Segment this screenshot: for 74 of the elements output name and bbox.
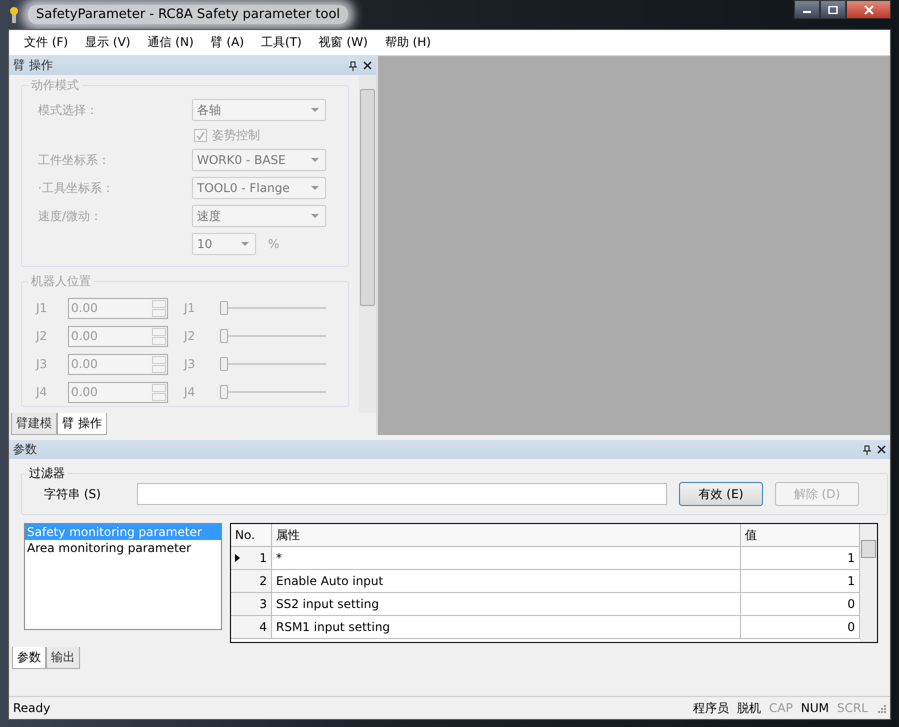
joint-label: J1 (184, 301, 196, 315)
status-indicator: CAP (769, 701, 793, 715)
list-item[interactable]: Area monitoring parameter (25, 540, 221, 556)
unit-label: % (268, 237, 280, 251)
panel-title: 臂 操作 (13, 57, 53, 74)
table-cell: Enable Auto input (272, 570, 741, 592)
caret-icon (311, 186, 319, 190)
field-label: ·工具坐标系： (38, 180, 115, 196)
joint-slider[interactable] (220, 329, 326, 343)
menu-item[interactable]: 帮助 (H) (378, 34, 441, 51)
pin-icon[interactable] (863, 444, 871, 454)
close-icon[interactable] (363, 61, 372, 70)
resize-grip-icon[interactable] (876, 703, 886, 713)
field-label: 字符串 (S) (44, 486, 102, 502)
close-icon[interactable] (877, 445, 886, 454)
table-cell: RSM1 input setting (272, 616, 741, 638)
field-label: 速度/微动： (38, 208, 104, 224)
table-cell: SS2 input setting (272, 593, 741, 615)
joint-slider[interactable] (220, 301, 326, 315)
row-header[interactable]: 4 (231, 616, 272, 638)
joint-label: J1 (36, 301, 48, 315)
joint-label: J2 (184, 329, 196, 343)
row-number: 3 (259, 597, 267, 611)
minimize-button[interactable] (794, 0, 820, 19)
caret-icon (241, 242, 249, 246)
caret-icon (311, 214, 319, 218)
apply-button[interactable]: 有效 (E) (679, 482, 763, 506)
row-header[interactable]: 1 (231, 547, 272, 569)
menu-item[interactable]: 显示 (V) (78, 34, 140, 51)
column-header[interactable]: 属性 (272, 524, 741, 546)
status-indicator: 脱机 (737, 700, 762, 716)
joint-label: J4 (184, 385, 196, 399)
joint-slider[interactable] (220, 357, 326, 371)
panel-tab[interactable]: 输出 (46, 647, 80, 669)
joint-label: J4 (36, 385, 48, 399)
row-header[interactable]: 3 (231, 593, 272, 615)
group-title: 过滤器 (28, 465, 66, 482)
menu-item[interactable]: 视窗 (W) (312, 34, 378, 51)
search-field[interactable] (137, 483, 667, 505)
menu-item[interactable]: 臂 (A) (204, 34, 254, 51)
row-number: 4 (259, 620, 267, 634)
field-label: 工件坐标系： (38, 152, 111, 168)
checkbox-label: 姿势控制 (212, 126, 260, 144)
joint-label: J3 (184, 357, 196, 371)
column-header[interactable]: No. (231, 524, 272, 546)
scrollbar[interactable] (860, 524, 877, 642)
panel-title: 参数 (13, 441, 37, 458)
group-title: 机器人位置 (30, 273, 92, 290)
row-number: 1 (259, 551, 267, 565)
status-indicator: SCRL (836, 701, 868, 715)
close-button[interactable] (846, 0, 891, 19)
field-label: 模式选择： (38, 102, 99, 118)
pin-icon[interactable] (349, 60, 357, 70)
status-indicator: 程序员 (693, 700, 730, 716)
joint-label: J3 (36, 357, 48, 371)
window-title: SafetyParameter - RC8A Safety parameter tool (28, 5, 348, 24)
group-title: 动作模式 (30, 77, 80, 94)
panel-tab[interactable]: 参数 (12, 647, 46, 669)
row-number: 2 (259, 574, 267, 588)
close-icon (864, 4, 874, 14)
caret-icon (311, 158, 319, 162)
caret-icon (311, 108, 319, 112)
scrollbar[interactable] (359, 75, 376, 413)
joint-label: J2 (36, 329, 48, 343)
menu-item[interactable]: 工具(T) (254, 34, 312, 51)
table-cell: * (272, 547, 741, 569)
menu-item[interactable]: 文件 (F) (17, 34, 78, 51)
maximize-icon (828, 6, 838, 14)
menu-item[interactable]: 通信 (N) (140, 34, 204, 51)
maximize-button[interactable] (820, 0, 846, 19)
status-indicator: NUM (800, 701, 829, 715)
joint-slider[interactable] (220, 385, 326, 399)
row-header[interactable]: 2 (231, 570, 272, 592)
status-text: Ready (13, 701, 50, 715)
